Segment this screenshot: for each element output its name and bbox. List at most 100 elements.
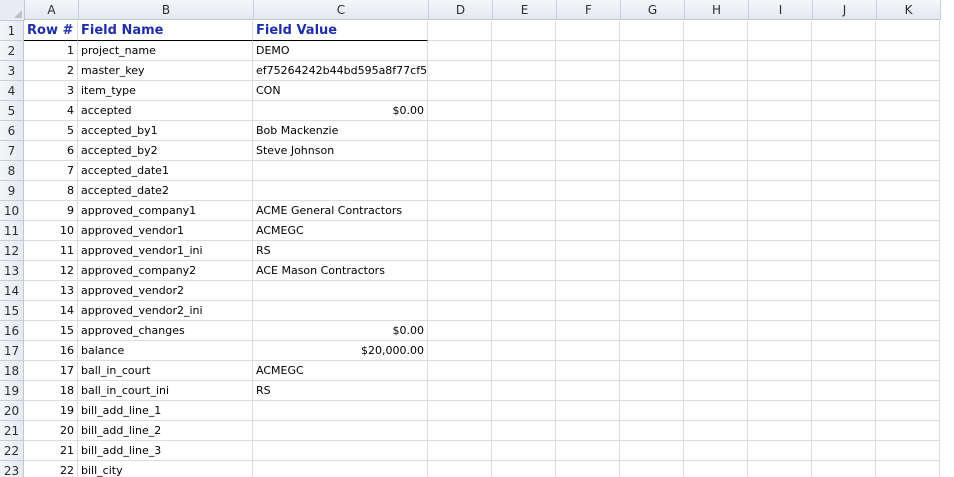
cell-i[interactable] bbox=[748, 21, 812, 41]
cell-c[interactable]: Steve Johnson bbox=[253, 141, 428, 161]
column-header-c[interactable]: C bbox=[254, 0, 429, 20]
row-header[interactable]: 9 bbox=[0, 181, 24, 201]
cell-b[interactable]: accepted_by1 bbox=[78, 121, 253, 141]
cell-h[interactable] bbox=[684, 201, 748, 221]
cell-i[interactable] bbox=[748, 161, 812, 181]
cell-k[interactable] bbox=[876, 441, 940, 461]
row-header[interactable]: 6 bbox=[0, 121, 24, 141]
cell-k[interactable] bbox=[876, 61, 940, 81]
cell-b[interactable]: project_name bbox=[78, 41, 253, 61]
cell-g[interactable] bbox=[620, 461, 684, 477]
cell-g[interactable] bbox=[620, 161, 684, 181]
cell-k[interactable] bbox=[876, 461, 940, 477]
cell-d[interactable] bbox=[428, 281, 492, 301]
cell-e[interactable] bbox=[492, 301, 556, 321]
cell-a[interactable]: 4 bbox=[24, 101, 78, 121]
cell-b[interactable]: accepted_by2 bbox=[78, 141, 253, 161]
cell-f[interactable] bbox=[556, 421, 620, 441]
cell-e[interactable] bbox=[492, 121, 556, 141]
column-header-d[interactable]: D bbox=[429, 0, 493, 20]
cell-g[interactable] bbox=[620, 141, 684, 161]
cell-d[interactable] bbox=[428, 201, 492, 221]
cell-h[interactable] bbox=[684, 141, 748, 161]
row-header[interactable]: 16 bbox=[0, 321, 24, 341]
cell-d[interactable] bbox=[428, 421, 492, 441]
cell-b[interactable]: approved_company2 bbox=[78, 261, 253, 281]
cell-i[interactable] bbox=[748, 201, 812, 221]
cell-b[interactable]: bill_city bbox=[78, 461, 253, 477]
cell-f[interactable] bbox=[556, 161, 620, 181]
cell-c[interactable]: CON bbox=[253, 81, 428, 101]
cell-f[interactable] bbox=[556, 321, 620, 341]
cell-f[interactable] bbox=[556, 41, 620, 61]
cell-h[interactable] bbox=[684, 341, 748, 361]
cell-b[interactable]: approved_vendor1 bbox=[78, 221, 253, 241]
cell-f[interactable] bbox=[556, 241, 620, 261]
column-header-j[interactable]: J bbox=[813, 0, 877, 20]
spreadsheet[interactable]: ABCDEFGHIJK 1 Row # Field Name Field Value 2… bbox=[0, 0, 954, 477]
cell-j[interactable] bbox=[812, 81, 876, 101]
cell-g[interactable] bbox=[620, 81, 684, 101]
cell-k[interactable] bbox=[876, 281, 940, 301]
cell-j[interactable] bbox=[812, 261, 876, 281]
row-header[interactable]: 1 bbox=[0, 21, 24, 41]
cell-b[interactable]: ball_in_court_ini bbox=[78, 381, 253, 401]
cell-g[interactable] bbox=[620, 281, 684, 301]
cell-b[interactable]: approved_company1 bbox=[78, 201, 253, 221]
cell-j[interactable] bbox=[812, 121, 876, 141]
cell-e[interactable] bbox=[492, 381, 556, 401]
cell-b[interactable]: ball_in_court bbox=[78, 361, 253, 381]
cell-i[interactable] bbox=[748, 81, 812, 101]
cell-e[interactable] bbox=[492, 321, 556, 341]
cell-j[interactable] bbox=[812, 361, 876, 381]
row-header[interactable]: 7 bbox=[0, 141, 24, 161]
column-header-k[interactable]: K bbox=[877, 0, 941, 20]
row-header[interactable]: 10 bbox=[0, 201, 24, 221]
cell-a[interactable]: 20 bbox=[24, 421, 78, 441]
cell-d[interactable] bbox=[428, 221, 492, 241]
cell-a[interactable]: 7 bbox=[24, 161, 78, 181]
cell-c[interactable] bbox=[253, 301, 428, 321]
row-header[interactable]: 15 bbox=[0, 301, 24, 321]
cell-b[interactable]: bill_add_line_3 bbox=[78, 441, 253, 461]
cell-c[interactable]: ACE Mason Contractors bbox=[253, 261, 428, 281]
cell-i[interactable] bbox=[748, 241, 812, 261]
cell-h[interactable] bbox=[684, 421, 748, 441]
cell-k[interactable] bbox=[876, 21, 940, 41]
cell-f[interactable] bbox=[556, 401, 620, 421]
cell-i[interactable] bbox=[748, 281, 812, 301]
cell-g[interactable] bbox=[620, 61, 684, 81]
row-header[interactable]: 11 bbox=[0, 221, 24, 241]
cell-c[interactable]: $20,000.00 bbox=[253, 341, 428, 361]
cell-a[interactable]: 22 bbox=[24, 461, 78, 477]
cell-a[interactable]: 8 bbox=[24, 181, 78, 201]
cell-h[interactable] bbox=[684, 281, 748, 301]
select-all-corner[interactable] bbox=[0, 0, 25, 21]
cell-c[interactable] bbox=[253, 281, 428, 301]
cell-a[interactable]: 17 bbox=[24, 361, 78, 381]
cell-g[interactable] bbox=[620, 381, 684, 401]
cell-d[interactable] bbox=[428, 261, 492, 281]
cell-i[interactable] bbox=[748, 61, 812, 81]
cell-g[interactable] bbox=[620, 121, 684, 141]
cell-d[interactable] bbox=[428, 381, 492, 401]
cell-i[interactable] bbox=[748, 321, 812, 341]
row-header[interactable]: 22 bbox=[0, 441, 24, 461]
cell-k[interactable] bbox=[876, 201, 940, 221]
cell-b[interactable]: accepted_date1 bbox=[78, 161, 253, 181]
cell-i[interactable] bbox=[748, 121, 812, 141]
cell-c[interactable] bbox=[253, 461, 428, 477]
cell-e[interactable] bbox=[492, 261, 556, 281]
cell-g[interactable] bbox=[620, 401, 684, 421]
cell-h[interactable] bbox=[684, 301, 748, 321]
cell-c[interactable] bbox=[253, 421, 428, 441]
cell-k[interactable] bbox=[876, 301, 940, 321]
cell-d[interactable] bbox=[428, 341, 492, 361]
cell-i[interactable] bbox=[748, 41, 812, 61]
cell-g[interactable] bbox=[620, 421, 684, 441]
cell-a[interactable]: 1 bbox=[24, 41, 78, 61]
cell-e[interactable] bbox=[492, 401, 556, 421]
cell-j[interactable] bbox=[812, 21, 876, 41]
cell-j[interactable] bbox=[812, 201, 876, 221]
cell-k[interactable] bbox=[876, 161, 940, 181]
